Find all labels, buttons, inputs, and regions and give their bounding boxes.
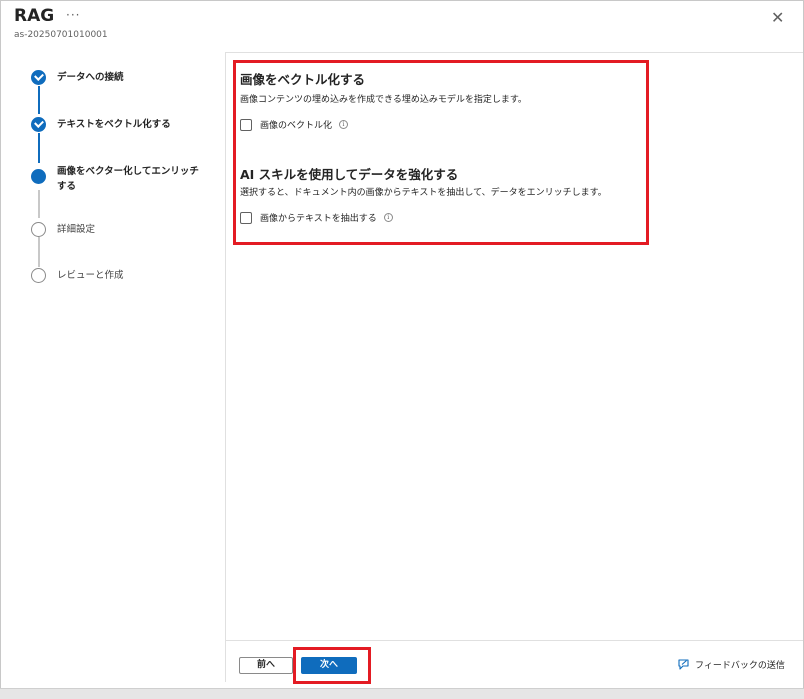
vectorize-section-description: 画像コンテンツの埋め込みを作成できる埋め込みモデルを指定します。 [240,95,527,105]
vectorize-section-title: 画像をベクトル化する [240,72,366,87]
ai-skill-section-description: 選択すると、ドキュメント内の画像からテキストを抽出して、データをエンリッチします… [240,188,607,198]
extract-text-checkbox[interactable] [240,211,252,224]
step-label: 詳細設定 [57,224,96,235]
dialog-title: RAG [14,6,55,26]
step-done-check-icon [31,70,46,85]
feedback-label[interactable]: フィードバックの送信 [695,658,785,671]
send-feedback-link[interactable]: フィードバックの送信 [677,658,785,671]
step-connector-2 [38,133,40,163]
extract-text-label[interactable]: 画像からテキストを抽出する [260,211,377,224]
dialog-subtitle: as-20250701010001 [14,30,108,40]
previous-button[interactable]: 前へ [239,657,293,674]
bottom-strip [0,688,804,699]
image-vectorize-checkbox[interactable] [240,118,252,131]
step-label: レビューと作成 [57,270,124,281]
step-pending-icon [31,222,46,237]
image-vectorize-option[interactable]: 画像のベクトル化 i [240,118,349,131]
footer-divider [226,640,803,641]
extract-text-option[interactable]: 画像からテキストを抽出する i [240,211,393,224]
sidebar-divider [225,52,226,682]
step-label: データへの接続 [57,72,124,83]
step-label: 画像をベクター化してエンリッチする [57,166,199,192]
header-divider [225,52,803,53]
next-button[interactable]: 次へ [301,657,357,674]
step-connector-1 [38,86,40,114]
more-options-icon[interactable]: ··· [66,8,80,22]
step-current-icon [31,169,46,184]
info-icon[interactable]: i [339,120,349,129]
step-label: テキストをベクトル化する [57,119,171,130]
step-done-check-icon [31,117,46,132]
step-connector-3 [38,190,40,218]
step-connector-4 [38,237,40,267]
feedback-icon [678,659,689,670]
close-icon[interactable]: ✕ [771,8,784,27]
ai-skill-section-title: AI スキルを使用してデータを強化する [240,167,459,182]
step-pending-icon [31,268,46,283]
image-vectorize-label[interactable]: 画像のベクトル化 [260,118,332,131]
info-icon[interactable]: i [383,213,393,222]
